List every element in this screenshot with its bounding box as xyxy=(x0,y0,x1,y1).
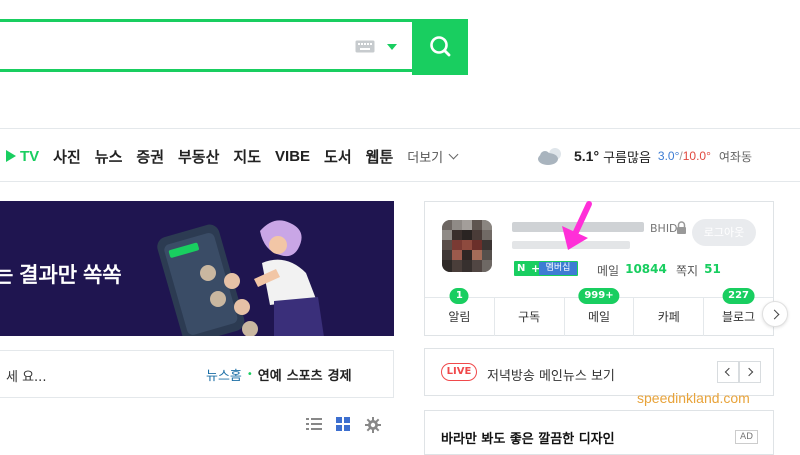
nav-item-webtoon[interactable]: 웹툰 xyxy=(366,146,394,167)
id-suffix: BHID xyxy=(650,222,678,235)
nav-item-stock[interactable]: 증권 xyxy=(136,146,164,167)
tab-entertainment[interactable]: 연예 xyxy=(258,365,282,384)
tab-news-home[interactable]: 뉴스홈 xyxy=(206,365,242,384)
dot-separator: • xyxy=(246,369,253,380)
tab-cafe[interactable]: 카페 xyxy=(634,298,705,336)
weather-temp: 5.1° xyxy=(574,148,600,164)
nav-bottom-divider xyxy=(0,181,800,182)
tab-mail[interactable]: 999+ 메일 xyxy=(565,288,635,336)
search-button[interactable] xyxy=(412,19,468,75)
tab-cafe-label: 카페 xyxy=(657,310,680,324)
avatar-image xyxy=(442,220,492,272)
mail-stat-count: 10844 xyxy=(625,262,667,276)
play-icon xyxy=(6,150,16,162)
note-stat[interactable]: 쪽지 51 xyxy=(676,262,721,279)
nav-item-tv[interactable]: TV xyxy=(6,148,39,165)
tab-subscriptions[interactable]: 구독 xyxy=(495,298,565,336)
nav-item-photo[interactable]: 사진 xyxy=(53,146,81,167)
notifications-badge: 1 xyxy=(449,288,469,304)
naver-membership-badge[interactable]: N + 멤버십 xyxy=(514,261,578,276)
watermark-text: speedinkland.com xyxy=(637,390,750,406)
chevron-left-icon[interactable] xyxy=(717,361,739,383)
ad-tag: AD xyxy=(735,430,758,444)
profile-tabs: 1 알림 구독 999+ 메일 카페 227 블로그 xyxy=(425,288,773,336)
membership-label: 멤버십 xyxy=(539,262,577,275)
list-view-icon[interactable] xyxy=(306,417,322,431)
ad-text[interactable]: 바라만 봐도 좋은 깔끔한 디자인 xyxy=(441,428,615,447)
grid-view-icon[interactable] xyxy=(336,417,351,432)
gear-icon[interactable] xyxy=(365,417,381,433)
nav-item-map[interactable]: 지도 xyxy=(233,146,261,167)
caret-down-icon[interactable] xyxy=(387,44,397,50)
nav-item-vibe[interactable]: VIBE xyxy=(275,148,310,165)
nav-item-realestate[interactable]: 부동산 xyxy=(178,146,219,167)
live-badge: LIVE xyxy=(441,363,477,381)
tab-sports[interactable]: 스포츠 xyxy=(287,365,323,384)
tab-subscriptions-label: 구독 xyxy=(518,310,541,324)
lock-icon xyxy=(677,221,686,234)
weather-low: 3.0° xyxy=(657,149,680,163)
weather-high: 10.0° xyxy=(682,149,711,163)
tab-blog-label: 블로그 xyxy=(722,310,756,324)
chevron-down-icon xyxy=(448,149,459,159)
mail-stat[interactable]: 메일 10844 xyxy=(597,262,667,279)
news-tabs: 뉴스홈 • 연예 스포츠 경제 xyxy=(206,365,352,384)
tab-notifications-label: 알림 xyxy=(448,310,471,324)
badge-n-letter: N xyxy=(517,263,526,274)
banner-text: 는 결과만 쏙쏙 xyxy=(0,264,122,287)
nav-item-news[interactable]: 뉴스 xyxy=(95,146,123,167)
live-pager xyxy=(717,361,761,383)
logout-button[interactable]: 로그아웃 xyxy=(692,219,756,246)
search-input[interactable] xyxy=(0,19,413,72)
tab-economy[interactable]: 경제 xyxy=(328,365,352,384)
mail-stat-label: 메일 xyxy=(597,264,620,278)
keyboard-icon[interactable] xyxy=(355,40,375,53)
note-stat-label: 쪽지 xyxy=(676,264,699,278)
news-snippet[interactable]: 세 요... xyxy=(6,366,46,385)
service-nav: TV 사진 뉴스 증권 부동산 지도 VIBE 도서 웹툰 더보기 xyxy=(0,144,471,168)
promo-banner[interactable]: 는 결과만 쏙쏙 xyxy=(0,201,394,336)
nav-more-label: 더보기 xyxy=(407,149,444,165)
view-options xyxy=(306,417,395,433)
note-stat-count: 51 xyxy=(704,262,721,276)
live-text[interactable]: 저녁방송 메인뉴스 보기 xyxy=(487,365,615,384)
chevron-right-icon[interactable] xyxy=(762,301,788,327)
nav-tv-label: TV xyxy=(20,147,40,165)
blog-badge: 227 xyxy=(722,288,756,304)
weather-widget[interactable]: 5.1° 구름많음 3.0° / 10.0° 여좌동 xyxy=(536,144,752,168)
weather-location: 여좌동 xyxy=(718,149,753,164)
tab-notifications[interactable]: 1 알림 xyxy=(425,288,495,336)
avatar[interactable] xyxy=(442,220,492,272)
nav-top-divider xyxy=(0,128,800,129)
search-icon xyxy=(430,36,451,57)
pink-arrow-annotation xyxy=(562,201,592,250)
banner-illustration xyxy=(157,220,324,336)
chevron-right-icon[interactable] xyxy=(739,361,761,383)
weather-desc: 구름많음 xyxy=(603,149,651,165)
tab-mail-label: 메일 xyxy=(587,310,611,324)
mail-badge: 999+ xyxy=(578,288,620,304)
nav-more-button[interactable]: 더보기 xyxy=(407,147,459,166)
nav-item-books[interactable]: 도서 xyxy=(324,146,352,167)
cloud-icon xyxy=(538,148,561,165)
